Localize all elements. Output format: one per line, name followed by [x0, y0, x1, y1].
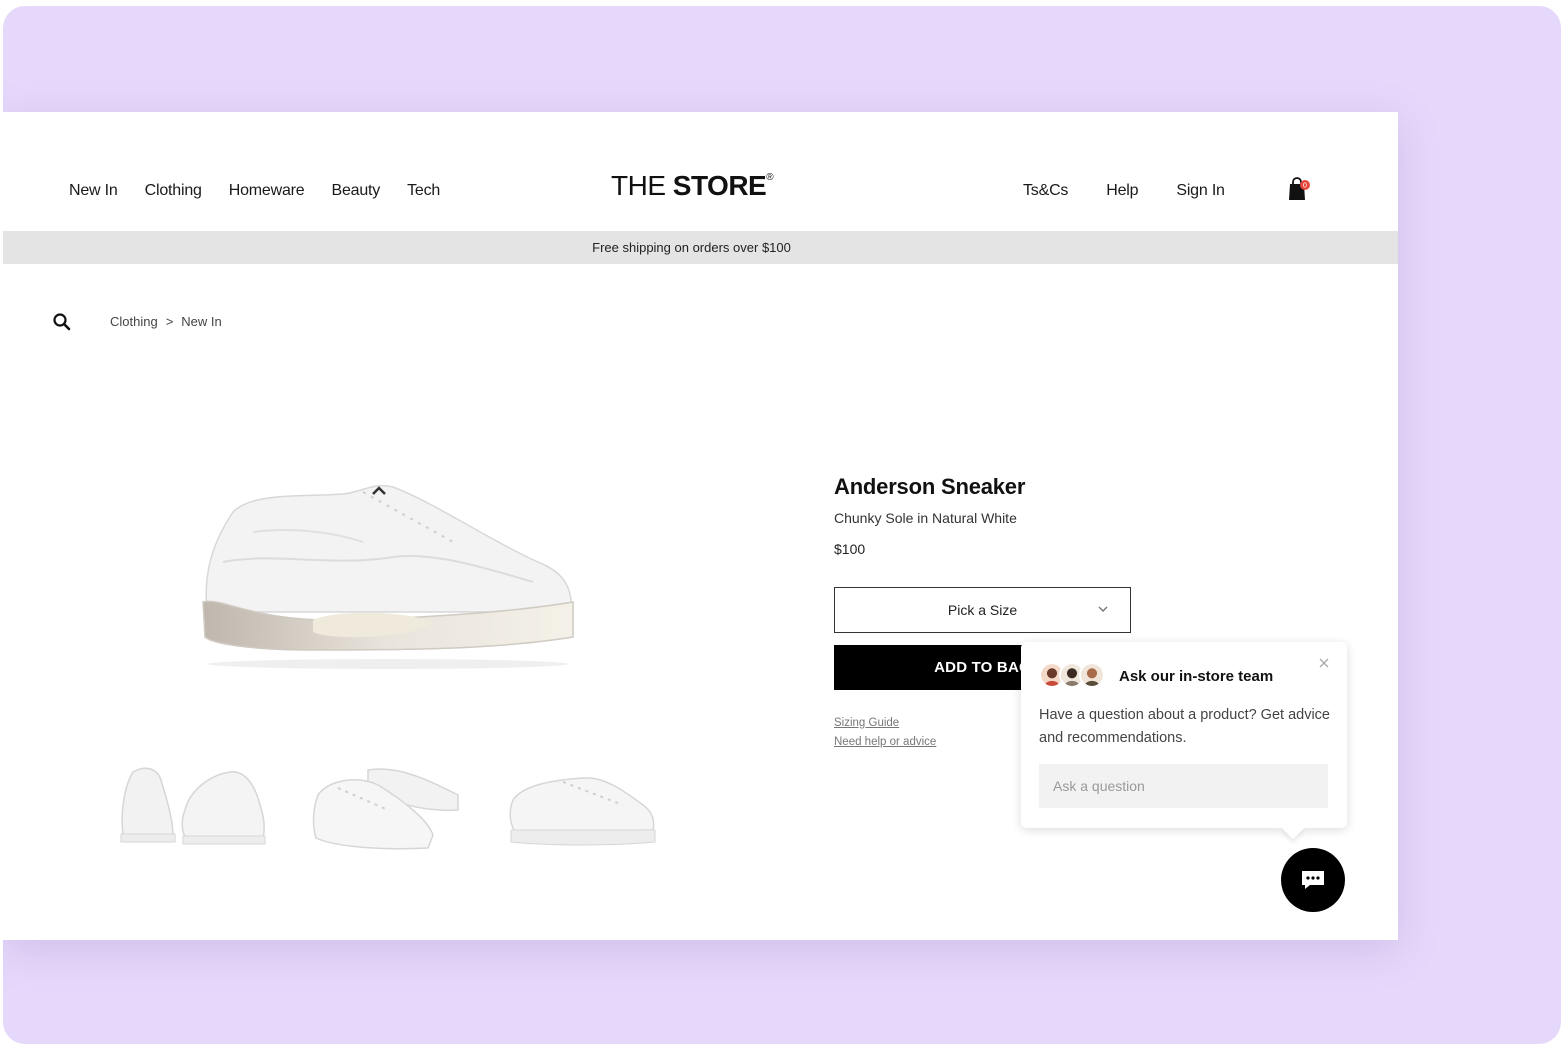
nav-homeware[interactable]: Homeware — [229, 182, 305, 200]
product-price: $100 — [834, 541, 866, 557]
nav-beauty[interactable]: Beauty — [331, 182, 380, 200]
svg-text:0: 0 — [1303, 183, 1307, 190]
logo-mark: ® — [766, 172, 774, 183]
nav-clothing[interactable]: Clothing — [145, 182, 202, 200]
chat-title: Ask our in-store team — [1119, 668, 1274, 685]
chat-popup: Ask our in-store team Have a question ab… — [1021, 642, 1347, 828]
chat-launcher-button[interactable] — [1281, 848, 1345, 912]
product-title: Anderson Sneaker — [834, 474, 1026, 499]
promo-bar: Free shipping on orders over $100 — [3, 231, 1398, 264]
breadcrumb-separator: > — [165, 314, 174, 329]
nav-new-in[interactable]: New In — [69, 182, 118, 200]
product-thumbnail-3[interactable] — [503, 750, 663, 850]
store-logo[interactable]: THE STORE® — [611, 170, 774, 202]
logo-light: THE — [611, 170, 673, 201]
size-select[interactable]: Pick a Size — [834, 587, 1131, 633]
size-select-label: Pick a Size — [947, 602, 1018, 618]
search-icon[interactable] — [51, 311, 73, 333]
breadcrumb-item-clothing[interactable]: Clothing — [110, 314, 158, 329]
team-avatars — [1039, 662, 1105, 688]
promo-text: Free shipping on orders over $100 — [592, 240, 791, 255]
nav-tech[interactable]: Tech — [407, 182, 440, 200]
shopping-bag-icon[interactable]: 0 — [1287, 176, 1311, 202]
chat-description: Have a question about a product? Get adv… — [1039, 707, 1330, 746]
avatar — [1079, 662, 1105, 688]
nav-help[interactable]: Help — [1106, 182, 1138, 200]
close-icon[interactable] — [1317, 656, 1331, 670]
utility-nav: Ts&Cs Help Sign In — [1023, 182, 1263, 200]
nav-terms[interactable]: Ts&Cs — [1023, 182, 1068, 200]
logo-bold: STORE — [672, 170, 767, 201]
help-advice-link[interactable]: Need help or advice — [834, 736, 936, 748]
nav-sign-in[interactable]: Sign In — [1176, 182, 1225, 200]
main-nav: New In Clothing Homeware Beauty Tech — [69, 182, 467, 200]
chevron-down-icon — [1098, 606, 1108, 612]
product-main-image[interactable] — [193, 472, 583, 672]
breadcrumb-item-new-in[interactable]: New In — [181, 314, 221, 329]
breadcrumb: Clothing > New In — [110, 314, 222, 329]
product-thumbnail-2[interactable] — [308, 750, 468, 850]
store-page: New In Clothing Homeware Beauty Tech THE… — [3, 112, 1398, 940]
product-subtitle: Chunky Sole in Natural White — [834, 510, 1017, 526]
product-thumbnail-1[interactable] — [115, 750, 275, 850]
sizing-guide-link[interactable]: Sizing Guide — [834, 717, 899, 729]
chat-bubble-icon — [1302, 871, 1324, 889]
backdrop-frame: New In Clothing Homeware Beauty Tech THE… — [3, 6, 1561, 1044]
ask-question-input[interactable] — [1039, 764, 1328, 808]
